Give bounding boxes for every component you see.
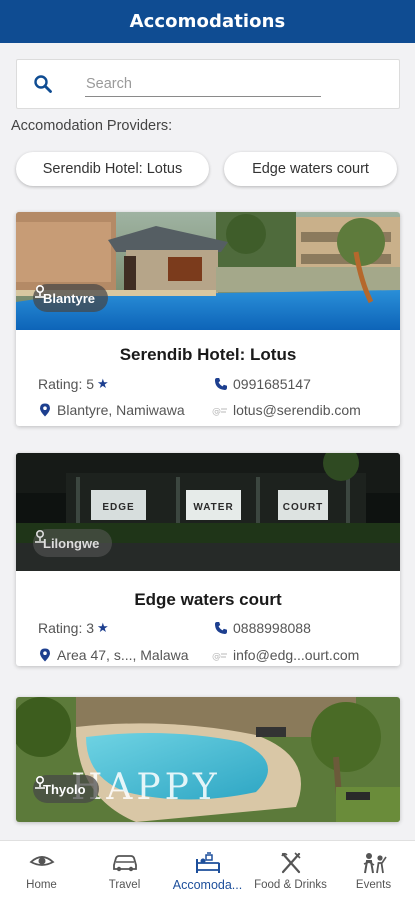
location-label: Thyolo xyxy=(43,781,86,797)
nav-label: Events xyxy=(355,879,392,891)
search-icon[interactable] xyxy=(33,74,53,94)
nav-accomodations[interactable]: Accomoda... xyxy=(166,841,249,900)
phone-number: 0888998088 xyxy=(233,620,311,636)
car-icon xyxy=(112,855,137,872)
eye-icon xyxy=(28,856,55,866)
email-row[interactable]: @ lotus@serendib.com xyxy=(212,402,361,418)
hotel-image: HAPPY Thyolo xyxy=(16,697,400,822)
email-icon: @ xyxy=(212,407,227,417)
search-input[interactable] xyxy=(85,72,321,97)
address-row: Blantyre, Namiwawa xyxy=(38,402,185,418)
nav-label: Food & Drinks xyxy=(254,879,327,891)
rating-label: Rating: 5 xyxy=(38,376,95,392)
hotel-name: Serendib Hotel: Lotus xyxy=(119,345,297,364)
email-row[interactable]: @ info@edg...ourt.com xyxy=(212,647,359,663)
nav-events[interactable]: Events xyxy=(332,841,415,900)
nav-label: Home xyxy=(26,879,57,891)
location-pin-icon xyxy=(35,529,45,543)
app-bar: Accomodations xyxy=(0,0,415,43)
accommodation-card[interactable]: Blantyre Serendib Hotel: Lotus Rating: 5… xyxy=(16,212,400,426)
address: Area 47, s..., Malawa xyxy=(57,647,189,663)
hotel-bed-icon xyxy=(195,852,220,873)
nav-food-drinks[interactable]: Food & Drinks xyxy=(249,841,332,900)
providers-label: Accomodation Providers: xyxy=(11,118,173,134)
rating: Rating: 3 ★ xyxy=(38,620,109,636)
accommodation-card[interactable]: HAPPY Thyolo xyxy=(16,697,400,822)
bottom-nav: Home Travel Accomoda... Food & Drinks Ev… xyxy=(0,840,415,900)
provider-chip-edge-waters[interactable]: Edge waters court xyxy=(224,152,397,186)
location-badge: Thyolo xyxy=(33,775,99,803)
sign-text: COURT xyxy=(282,502,324,513)
accommodation-card[interactable]: EDGE WATER COURT Lilongwe Edge waters co… xyxy=(16,453,400,666)
star-icon: ★ xyxy=(97,620,109,635)
nav-home[interactable]: Home xyxy=(0,841,83,900)
hotel-image: EDGE WATER COURT Lilongwe xyxy=(16,453,400,571)
people-icon xyxy=(363,853,387,874)
email-address: info@edg...ourt.com xyxy=(233,647,360,663)
svg-text:@: @ xyxy=(212,652,221,662)
hotel-image: Blantyre xyxy=(16,212,400,330)
phone-icon xyxy=(215,622,227,634)
hotel-name: Edge waters court xyxy=(134,590,282,609)
location-badge: Blantyre xyxy=(33,284,109,312)
address: Blantyre, Namiwawa xyxy=(57,402,185,418)
sign-text: WATER xyxy=(193,502,234,513)
rating: Rating: 5 ★ xyxy=(38,376,109,392)
email-address: lotus@serendib.com xyxy=(233,402,361,418)
location-label: Blantyre xyxy=(43,290,96,306)
svg-text:@: @ xyxy=(212,407,221,417)
nav-label: Accomoda... xyxy=(172,878,243,892)
nav-travel[interactable]: Travel xyxy=(83,841,166,900)
sign-text: EDGE xyxy=(102,502,135,513)
fork-knife-icon xyxy=(280,852,301,874)
location-pin-icon xyxy=(35,284,45,298)
provider-chip-serendib[interactable]: Serendib Hotel: Lotus xyxy=(16,152,209,186)
phone-row[interactable]: 0991685147 xyxy=(214,376,311,392)
phone-number: 0991685147 xyxy=(233,376,311,392)
star-icon: ★ xyxy=(97,376,109,391)
location-pin-icon xyxy=(40,648,50,662)
rating-label: Rating: 3 xyxy=(38,620,95,636)
page-title: Accomodations xyxy=(129,11,286,32)
search-bar xyxy=(16,59,400,109)
address-row: Area 47, s..., Malawa xyxy=(38,647,189,663)
email-icon: @ xyxy=(212,652,227,662)
phone-icon xyxy=(215,378,227,390)
phone-row[interactable]: 0888998088 xyxy=(214,620,311,636)
location-badge: Lilongwe xyxy=(33,529,113,557)
location-pin-icon xyxy=(40,403,50,417)
location-pin-icon xyxy=(35,775,45,789)
location-label: Lilongwe xyxy=(43,535,100,551)
nav-label: Travel xyxy=(108,879,141,891)
